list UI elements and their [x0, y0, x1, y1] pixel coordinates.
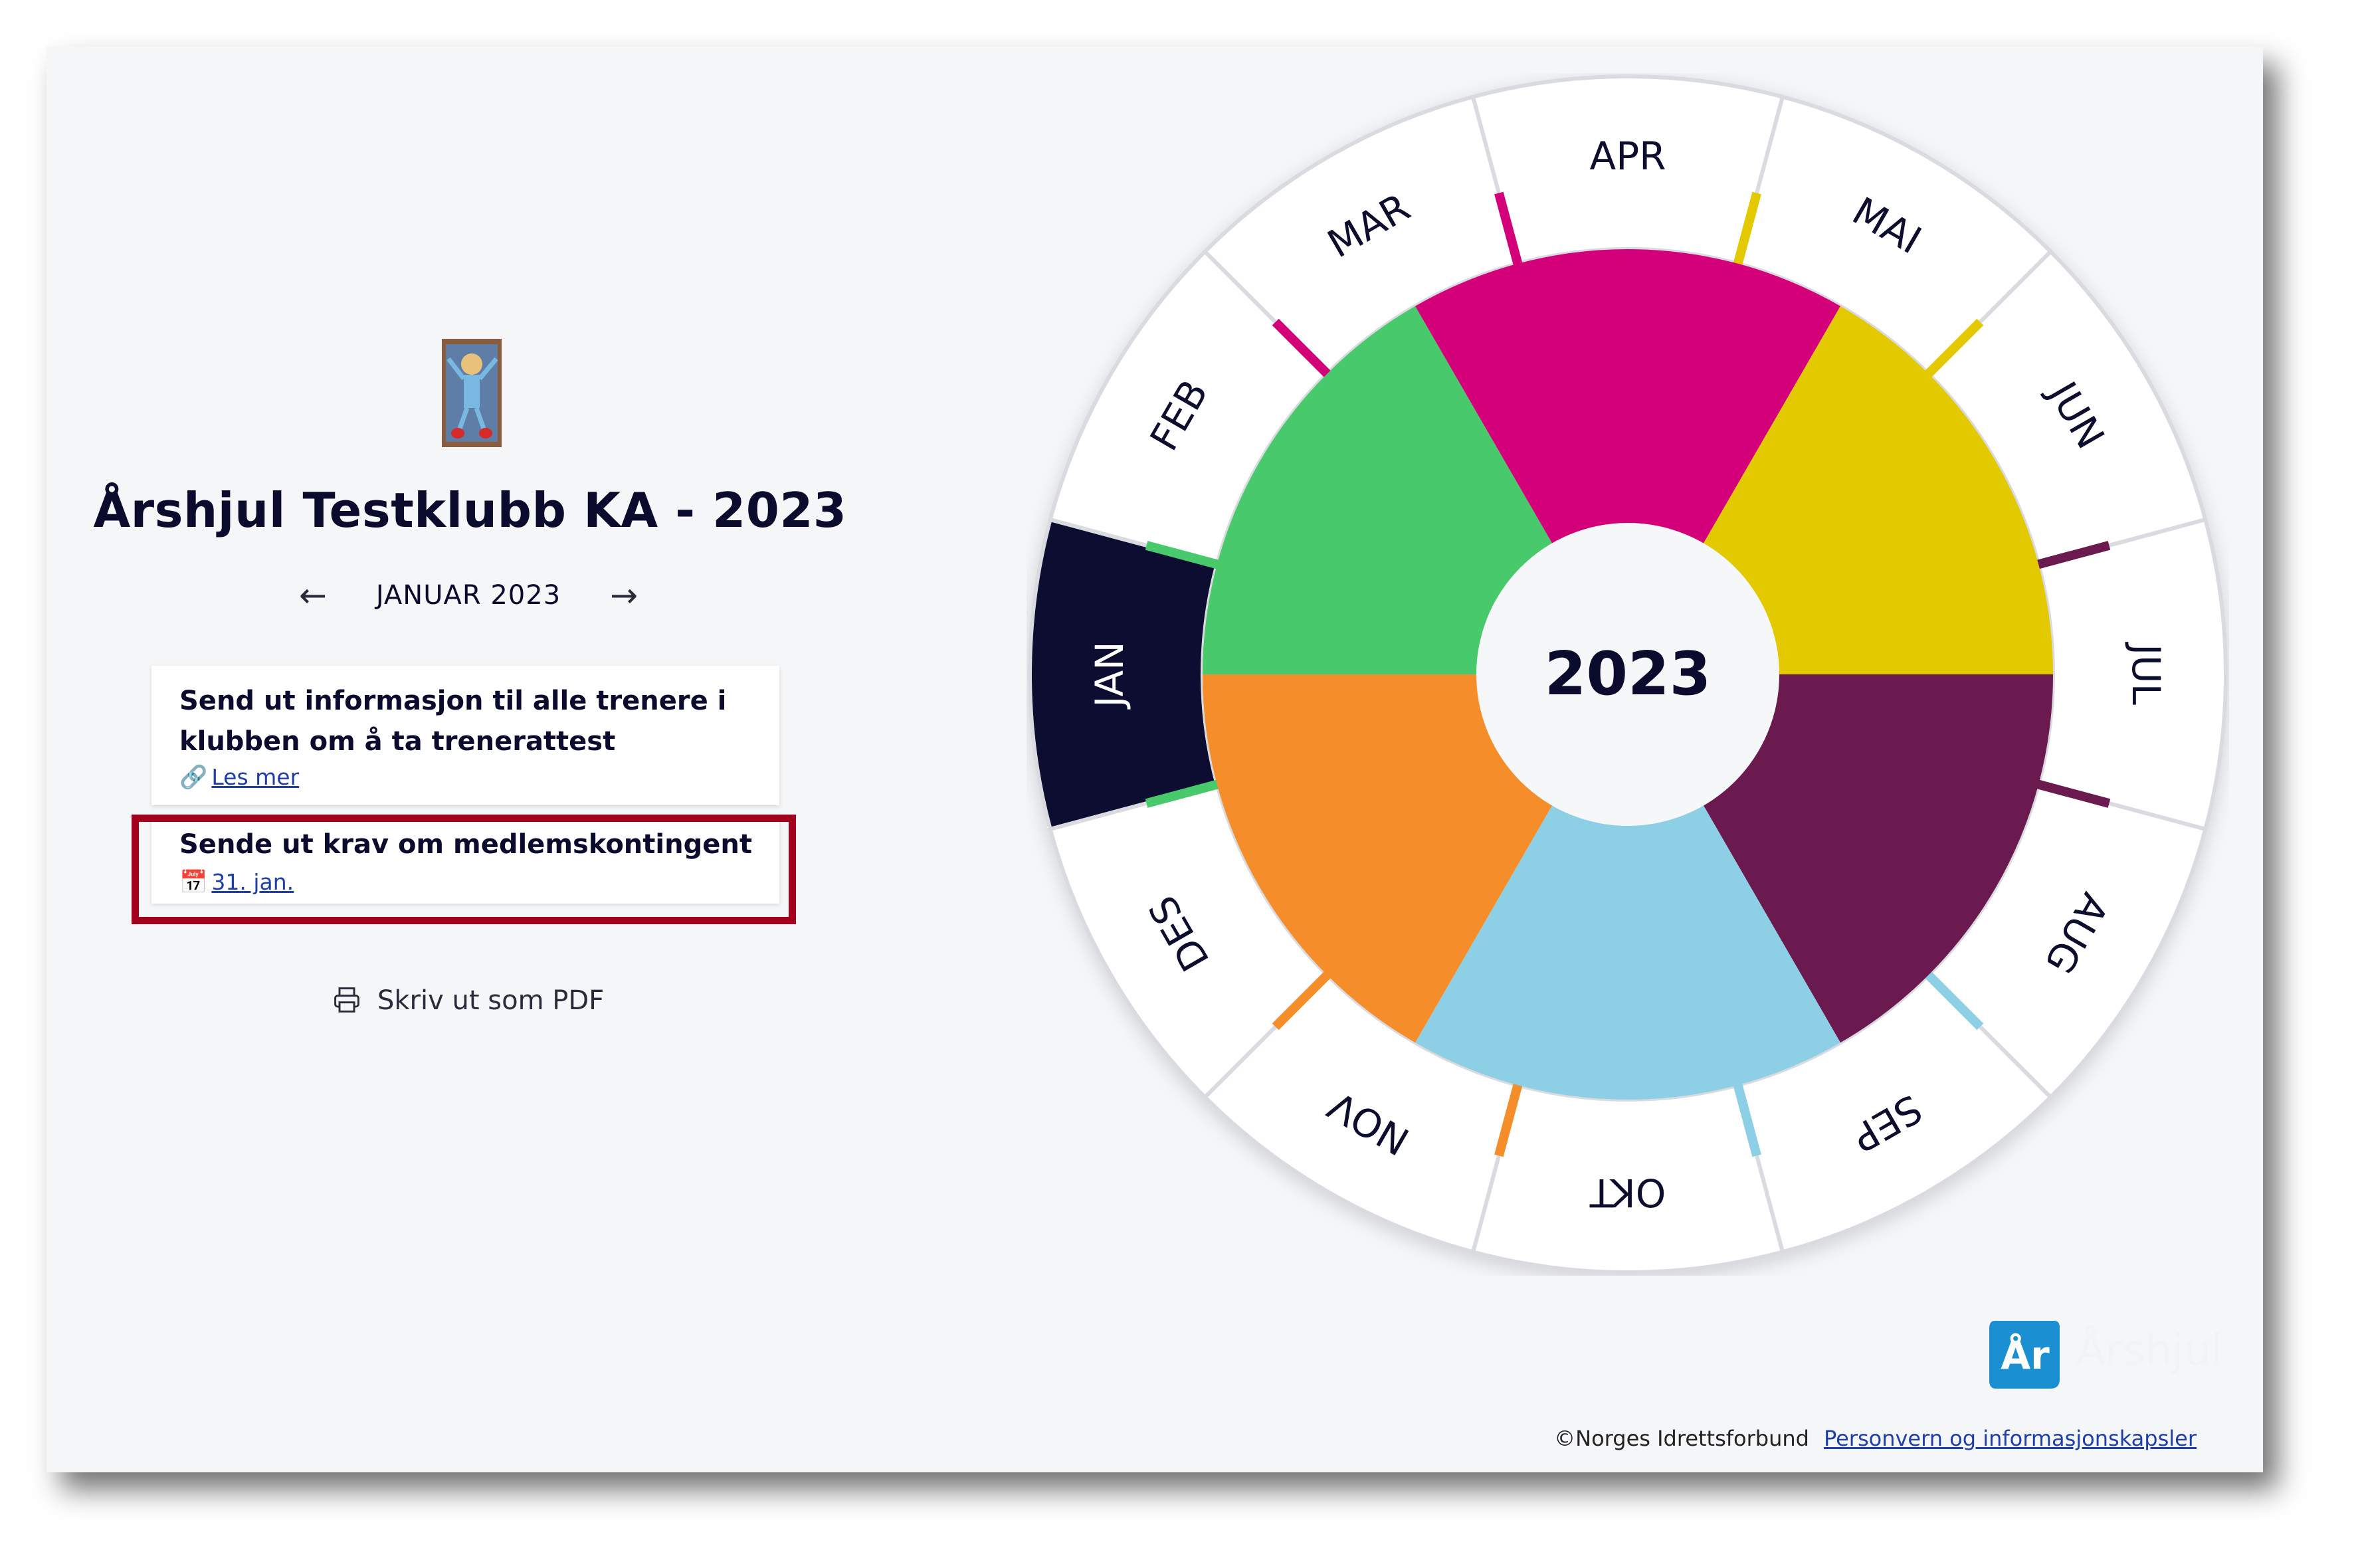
link-icon: 🔗	[179, 764, 208, 791]
club-logo-image	[442, 339, 502, 447]
activity-title-line: Send ut informasjon til alle trenere i	[179, 686, 727, 716]
page-title: Årshjul Testklubb KA - 2023	[93, 482, 847, 538]
month-label-okt[interactable]: OKT	[1589, 1170, 1666, 1215]
brand-logo-icon: År	[1989, 1321, 2060, 1389]
arrow-right-icon[interactable]: →	[610, 575, 638, 615]
activity-card[interactable]: Send ut informasjon til alle trenere i k…	[151, 666, 779, 805]
month-navigator: ← JANUAR 2023 →	[299, 575, 638, 615]
copyright-text: ©Norges Idrettsforbund	[1554, 1426, 1809, 1451]
footer: ©Norges Idrettsforbund Personvern og info…	[1554, 1426, 2197, 1451]
print-pdf-button[interactable]: Skriv ut som PDF	[332, 981, 604, 1021]
highlight-frame	[132, 815, 796, 924]
month-label-jan[interactable]: JAN	[1087, 641, 1132, 709]
month-label-jul[interactable]: JUL	[2123, 642, 2169, 705]
privacy-link[interactable]: Personvern og informasjonskapsler	[1824, 1426, 2197, 1451]
month-label-apr[interactable]: APR	[1590, 134, 1666, 179]
arrow-left-icon[interactable]: ←	[299, 575, 327, 615]
read-more-link[interactable]: 🔗 Les mer	[179, 764, 299, 791]
year-wheel: JANFEBMARAPRMAIJUNJULAUGSEPOKTNOVDES 202…	[1028, 74, 2228, 1274]
printer-icon	[334, 987, 359, 1013]
activity-title-line: klubben om å ta trenerattest	[179, 726, 616, 757]
svg-text:År: År	[2001, 1332, 2050, 1378]
current-month-label: JANUAR 2023	[375, 580, 561, 611]
wheel-year-label: 2023	[1545, 639, 1712, 709]
brand-name: Årshjul	[2076, 1326, 2223, 1375]
